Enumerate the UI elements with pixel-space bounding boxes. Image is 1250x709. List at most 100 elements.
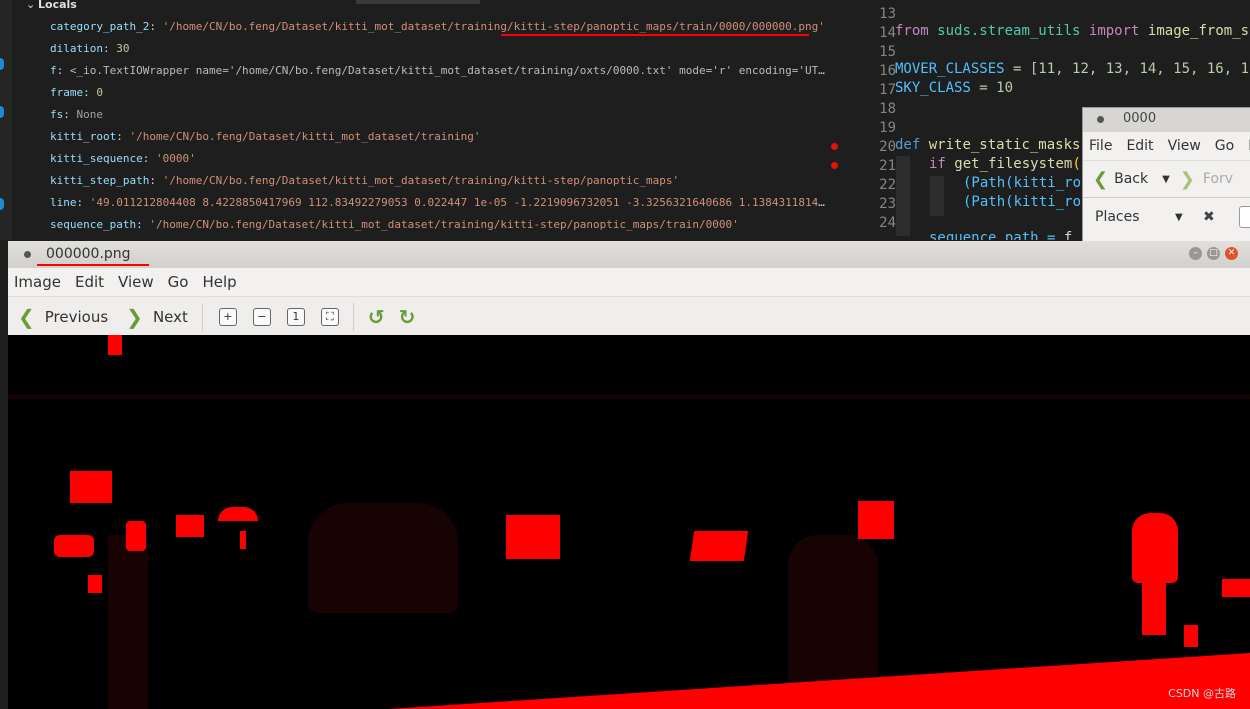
road-mask	[388, 653, 1250, 709]
variable-value: '0000'	[155, 152, 196, 165]
minimize-icon[interactable]: –	[1189, 247, 1202, 260]
window-titlebar[interactable]: 0000	[1083, 108, 1250, 132]
variable-value: '49.011212804408 8.4228850417969 112.834…	[89, 196, 825, 209]
rotate-right-icon[interactable]: ↻	[399, 305, 416, 329]
edit-location-icon[interactable]	[1239, 206, 1250, 228]
variable-row[interactable]: dilation: 30	[50, 42, 825, 55]
code-line: (Path(kitti_ro	[963, 194, 1082, 210]
line-number: 17	[879, 82, 896, 98]
variable-value: None	[76, 108, 104, 121]
activity-strip	[0, 0, 12, 240]
variable-name: frame	[50, 86, 84, 99]
code-line: SKY_CLASS = 10	[895, 80, 1014, 96]
variable-row[interactable]: line: '49.011212804408 8.4228850417969 1…	[50, 196, 825, 209]
previous-button[interactable]: Previous	[45, 308, 108, 326]
variable-name: dilation	[50, 42, 103, 55]
menubar: Image Edit View Go Help	[8, 268, 1250, 296]
variable-row[interactable]: sequence_path: '/home/CN/bo.feng/Dataset…	[50, 218, 825, 231]
variable-row[interactable]: kitti_root: '/home/CN/bo.feng/Dataset/ki…	[50, 130, 825, 143]
forward-button[interactable]: Forv	[1203, 171, 1233, 187]
variable-name: f	[50, 64, 57, 77]
next-arrow-icon[interactable]: ❯	[126, 305, 143, 329]
watermark: CSDN @古路	[1168, 687, 1236, 700]
breakpoint-icon[interactable]	[831, 143, 838, 150]
code-line: from suds.stream_utils import image_from…	[895, 23, 1250, 39]
variable-row[interactable]: › f: <_io.TextIOWrapper name='/home/CN/b…	[50, 64, 825, 77]
line-number: 20	[879, 139, 896, 155]
variable-name: line	[50, 196, 77, 209]
line-number: 13	[879, 6, 896, 22]
previous-arrow-icon[interactable]: ❮	[18, 305, 35, 329]
menu-go[interactable]: Go	[1215, 138, 1234, 154]
places-selector[interactable]: Places ▼ ✖	[1083, 197, 1250, 236]
line-number: 16	[879, 63, 896, 79]
breakpoint-icon[interactable]	[831, 162, 838, 169]
code-line: MOVER_CLASSES = [11, 12, 13, 14, 15, 16,…	[895, 61, 1250, 77]
variable-name: category_path_2	[50, 20, 150, 33]
activity-indicator	[0, 198, 4, 210]
variable-name: sequence_path	[50, 218, 137, 231]
code-line: (Path(kitti_ro	[963, 175, 1082, 191]
chevron-down-icon: ⌄	[26, 0, 36, 11]
variable-value: 30	[116, 42, 130, 55]
menu-edit[interactable]: Edit	[75, 273, 104, 291]
indent-guide	[930, 176, 944, 216]
window-menu-icon[interactable]	[24, 251, 31, 258]
variable-value: <_io.TextIOWrapper name='/home/CN/bo.fen…	[69, 64, 825, 77]
back-button[interactable]: Back	[1114, 171, 1148, 187]
window-titlebar[interactable]: 000000.png – □ ✕	[8, 241, 1250, 268]
menubar: File Edit View Go B	[1083, 132, 1250, 160]
menu-go[interactable]: Go	[168, 273, 189, 291]
menu-file[interactable]: File	[1089, 138, 1112, 154]
variable-value: '/home/CN/bo.feng/Dataset/kitti_mot_data…	[129, 130, 481, 143]
line-number: 15	[879, 44, 896, 60]
code-line: def write_static_masks	[895, 137, 1081, 153]
zoom-fit-icon[interactable]: ⛶	[320, 307, 339, 326]
close-icon[interactable]: ✖	[1203, 209, 1215, 225]
zoom-normal-icon[interactable]: 1	[286, 307, 305, 326]
forward-arrow-icon[interactable]: ❯	[1180, 169, 1195, 190]
window-menu-icon[interactable]	[1097, 116, 1104, 123]
chevron-down-icon[interactable]: ▼	[1162, 174, 1170, 185]
window-title: 000000.png	[46, 246, 131, 262]
variable-row[interactable]: category_path_2: '/home/CN/bo.feng/Datas…	[50, 20, 825, 33]
window-title: 0000	[1123, 111, 1157, 126]
activity-indicator	[0, 58, 4, 70]
variable-value: '/home/CN/bo.feng/Dataset/kitti_mot_data…	[149, 218, 739, 231]
variable-value: 0	[96, 86, 103, 99]
maximize-icon[interactable]: □	[1207, 247, 1220, 260]
line-number: 18	[879, 101, 896, 117]
rotate-left-icon[interactable]: ↺	[368, 305, 385, 329]
debug-locals-panel: ⌄ Locals category_path_2: '/home/CN/bo.fe…	[0, 0, 826, 240]
close-icon[interactable]: ✕	[1225, 247, 1238, 260]
line-number: 22	[879, 177, 896, 193]
variable-row[interactable]: kitti_step_path: '/home/CN/bo.feng/Datas…	[50, 174, 825, 187]
line-number: 24	[879, 215, 896, 231]
places-label: Places	[1095, 209, 1140, 225]
chevron-down-icon[interactable]: ▼	[1175, 212, 1183, 223]
toolbar: ❮ Back ▼ ❯ Forv	[1083, 160, 1250, 197]
variable-row[interactable]: fs: None	[50, 108, 825, 121]
road-mask-polygon	[388, 653, 1250, 709]
back-arrow-icon[interactable]: ❮	[1093, 169, 1108, 190]
toolbar: ❮ Previous ❯ Next + − 1 ⛶ ↺ ↻	[8, 296, 1250, 337]
file-manager-window: 0000 File Edit View Go B ❮ Back ▼ ❯ Forv…	[1082, 107, 1250, 249]
red-annotation-underline	[501, 34, 809, 36]
zoom-in-icon[interactable]: +	[218, 307, 237, 326]
variable-row[interactable]: kitti_sequence: '0000'	[50, 152, 825, 165]
zoom-out-icon[interactable]: −	[252, 307, 271, 326]
locals-section-header[interactable]: ⌄ Locals	[26, 0, 77, 11]
menu-view[interactable]: View	[1168, 138, 1201, 154]
image-viewer-window: 000000.png – □ ✕ Image Edit View Go Help…	[8, 241, 1250, 709]
variable-value: '/home/CN/bo.feng/Dataset/kitti_mot_data…	[162, 174, 680, 187]
variable-name: kitti_root	[50, 130, 117, 143]
menu-help[interactable]: Help	[202, 273, 236, 291]
indent-guide	[896, 156, 910, 236]
variable-row[interactable]: frame: 0	[50, 86, 825, 99]
next-button[interactable]: Next	[153, 308, 188, 326]
menu-edit[interactable]: Edit	[1126, 138, 1153, 154]
image-canvas[interactable]: CSDN @古路	[8, 335, 1250, 709]
toolbar-separator	[352, 302, 354, 331]
menu-image[interactable]: Image	[14, 273, 61, 291]
menu-view[interactable]: View	[118, 273, 154, 291]
